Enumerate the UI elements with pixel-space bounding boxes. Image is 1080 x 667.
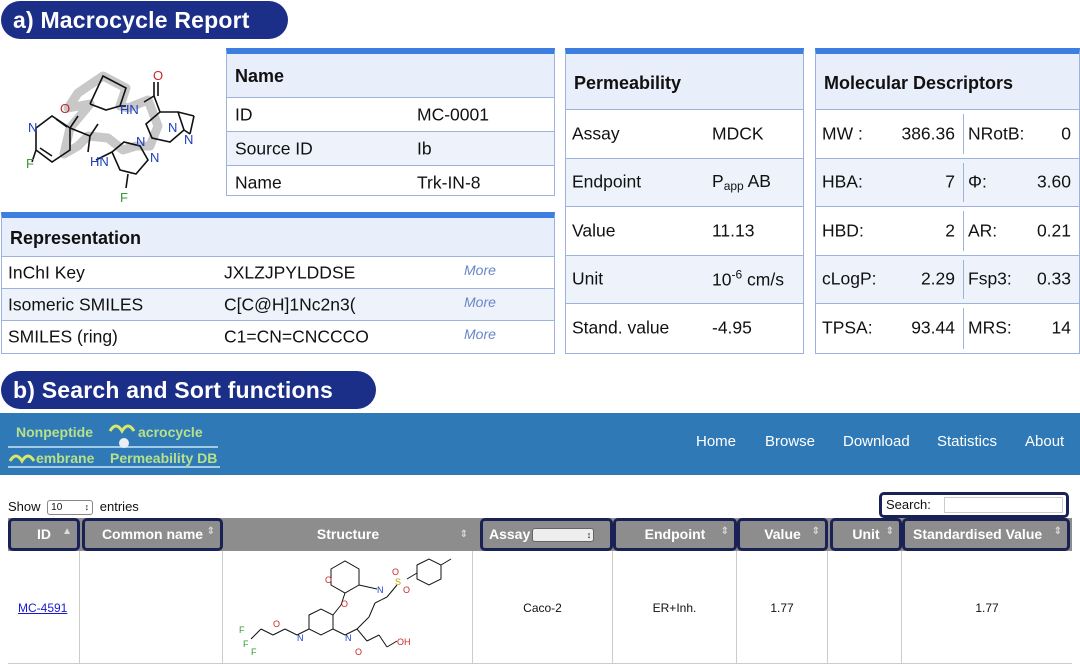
search-box: Search: (879, 492, 1069, 518)
search-input[interactable] (944, 497, 1063, 513)
permeability-card: Permeability Assay MDCK Endpoint Papp AB V… (565, 48, 804, 354)
svg-text:N: N (136, 134, 145, 149)
col-standardised-value[interactable]: Standardised Value ⇕ (902, 518, 1070, 551)
sort-icon: ⇕ (811, 526, 820, 537)
svg-text:N: N (377, 585, 384, 595)
row-standardised-value: 1.77 (975, 600, 999, 615)
perm-row-unit: Unit 10-6 cm/s (566, 255, 803, 304)
sort-icon: ⇕ (720, 526, 729, 537)
entries-select[interactable]: 10 (47, 500, 94, 516)
svg-text:F: F (26, 156, 34, 171)
section-title-a: a) Macrocycle Report (1, 1, 288, 39)
svg-text:O: O (392, 567, 399, 577)
svg-text:F: F (243, 639, 249, 649)
perm-row-value: Value 11.13 (566, 207, 803, 256)
col-assay[interactable]: Assay (480, 518, 613, 551)
svg-text:HN: HN (120, 102, 139, 117)
sort-icon: ⇕ (1053, 526, 1062, 537)
nav-download[interactable]: Download (843, 433, 910, 450)
row-assay: Caco-2 (523, 600, 562, 615)
svg-text:O: O (325, 575, 332, 585)
svg-text:OH: OH (397, 637, 411, 647)
svg-text:acrocycle: acrocycle (138, 424, 203, 440)
col-endpoint[interactable]: Endpoint ⇕ (613, 518, 737, 551)
svg-text:S: S (395, 577, 401, 587)
name-row-source-id: Source ID Ib (227, 132, 554, 166)
name-card-header: Name (227, 54, 554, 98)
sort-icon: ⇕ (206, 526, 215, 537)
representation-header: Representation (2, 218, 554, 257)
perm-row-assay: Assay MDCK (566, 110, 803, 159)
svg-text:N: N (168, 120, 177, 135)
name-row-id: ID MC-0001 (227, 98, 554, 132)
svg-text:N: N (345, 633, 352, 643)
table-header: ID▲ Common name⇕ Structure⇕ Assay Endpoi… (8, 518, 1072, 551)
svg-text:O: O (341, 599, 348, 609)
rep-row-isomeric-smiles: Isomeric SMILES C[C@H]1Nc2n3(More (2, 289, 554, 321)
rep-row-smiles-ring: SMILES (ring) C1=CN=CNCCCO More (8, 325, 496, 347)
assay-filter-select[interactable] (532, 522, 595, 549)
svg-text:HN: HN (90, 154, 109, 169)
nav-statistics[interactable]: Statistics (937, 433, 997, 450)
col-unit[interactable]: Unit ⇕ (830, 518, 902, 551)
show-entries: Show 10 entries (8, 499, 139, 516)
row-structure-image: O O N S O O N N O F F F OH O (239, 558, 452, 657)
svg-text:N: N (150, 150, 159, 165)
macrocycle-structure: O N HN O HN N N N N F F (26, 68, 195, 205)
svg-text:O: O (60, 101, 70, 116)
descriptors-card: Molecular Descriptors MW :386.36 NRotB: 0 … (815, 48, 1080, 354)
perm-row-endpoint: Endpoint Papp AB (566, 158, 803, 207)
search-label: Search: (886, 497, 931, 512)
row-value: 1.77 (770, 600, 794, 615)
col-structure[interactable]: Structure ⇕ (223, 518, 473, 551)
desc-row: MW :386.36 NRotB: 0 (816, 110, 1079, 159)
section-title-b: b) Search and Sort functions (1, 371, 376, 409)
svg-text:Nonpeptide: Nonpeptide (16, 424, 93, 440)
permeability-header: Permeability (566, 54, 803, 110)
svg-text:O: O (273, 619, 280, 629)
col-id[interactable]: ID ▲ (8, 518, 80, 551)
svg-text:F: F (239, 625, 245, 635)
svg-text:N: N (297, 633, 304, 643)
svg-text:Permeability DB: Permeability DB (110, 450, 217, 466)
desc-row: TPSA: 93.44 MRS: 14 (816, 304, 1079, 353)
row-structure: O O N S O O N N O F F F OH O (223, 551, 473, 664)
row-id-link[interactable]: MC-4591 (18, 601, 79, 615)
col-value[interactable]: Value ⇕ (737, 518, 828, 551)
svg-text:embrane: embrane (36, 450, 95, 466)
more-link[interactable]: More (464, 293, 496, 309)
name-card: Name ID MC-0001 Source ID Ib Name Trk-IN-8 (226, 48, 555, 196)
svg-text:F: F (120, 190, 128, 205)
sort-icon: ⇕ (459, 529, 468, 540)
perm-row-stand-value: Stand. value -4.95 (572, 317, 752, 338)
svg-text:O: O (355, 647, 362, 657)
descriptors-header: Molecular Descriptors (816, 54, 1079, 110)
desc-row: HBA: 7 Φ: 3.60 (816, 158, 1079, 207)
representation-card: Representation InChI Key JXLZJPYLDDSE More… (1, 212, 555, 354)
svg-text:N: N (28, 120, 37, 135)
rep-row-inchi-key: InChI Key JXLZJPYLDDSE More (2, 257, 554, 289)
table-row: MC-4591 O O N S O O N N O F F F OH O Cac… (8, 551, 1072, 664)
more-link[interactable]: More (464, 326, 496, 342)
nav-home[interactable]: Home (696, 433, 736, 450)
name-row-name: Name Trk-IN-8 (235, 172, 481, 193)
sort-icon: ▲ (62, 526, 72, 537)
nav-about[interactable]: About (1025, 433, 1064, 450)
col-common-name[interactable]: Common name ⇕ (82, 518, 223, 551)
site-logo[interactable]: Nonpeptide acrocycle embrane Permeabilit… (6, 417, 226, 471)
svg-text:O: O (403, 585, 410, 595)
svg-text:O: O (153, 68, 163, 83)
row-endpoint: ER+Inh. (652, 600, 697, 615)
desc-row: cLogP: 2.29 Fsp3: 0.33 (816, 255, 1079, 304)
navbar: Nonpeptide acrocycle embrane Permeabilit… (0, 413, 1080, 475)
desc-row: HBD: 2 AR: 0.21 (816, 207, 1079, 256)
more-link[interactable]: More (464, 261, 496, 277)
sort-icon: ⇕ (885, 526, 894, 537)
svg-text:F: F (251, 647, 257, 657)
nav-browse[interactable]: Browse (765, 433, 815, 450)
svg-text:N: N (184, 132, 193, 147)
